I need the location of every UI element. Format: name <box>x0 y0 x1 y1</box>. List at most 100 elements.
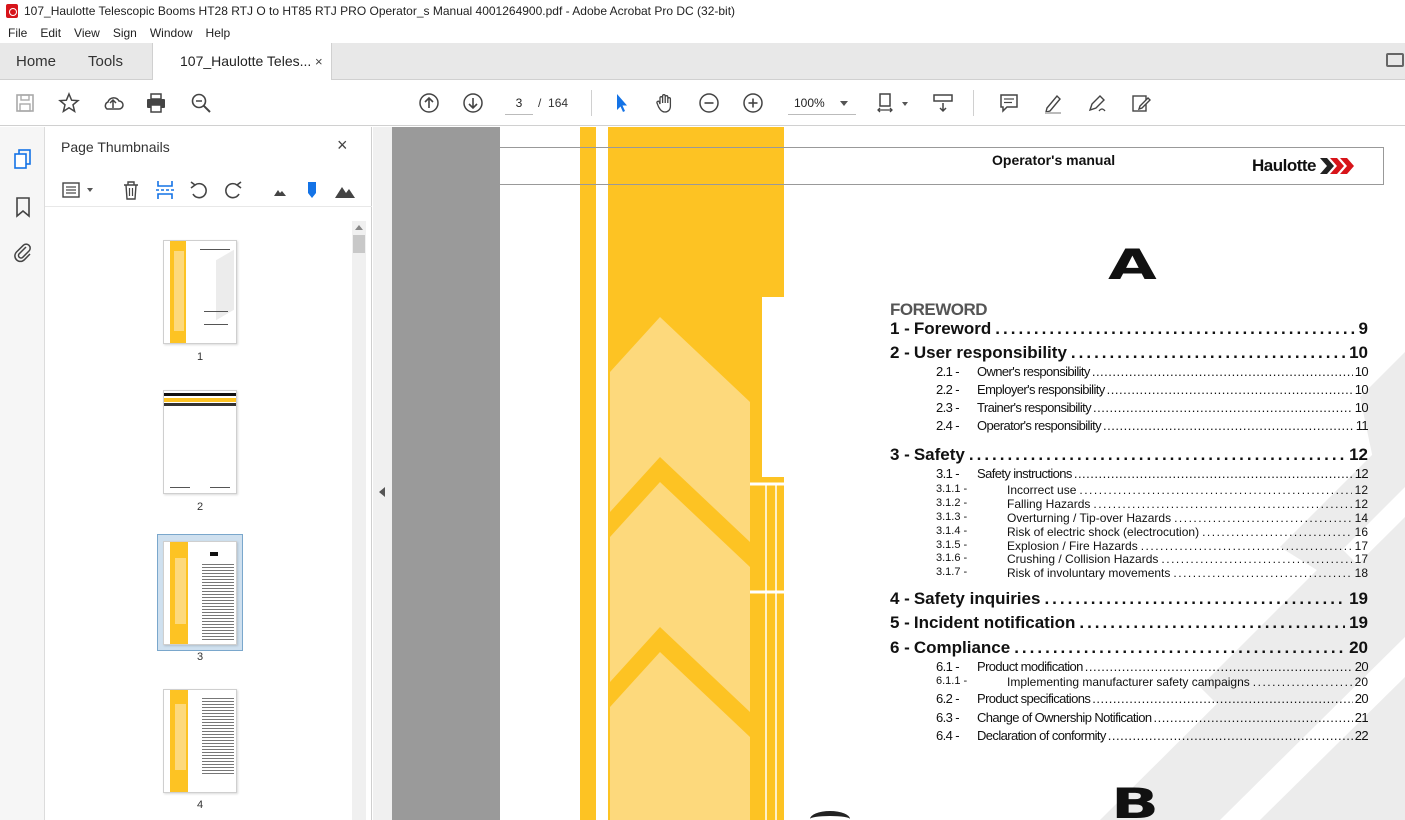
toc-entry-level-3[interactable]: 3.1.4 - Risk of electric shock (electrocu… <box>936 525 1368 539</box>
toc-entry-page: 20 <box>1349 638 1368 657</box>
thumbnail-small-icon[interactable] <box>269 179 291 201</box>
tab-home[interactable]: Home <box>16 43 56 80</box>
toc-entry-number: 3.1 - <box>936 466 960 481</box>
toc-entry-title: Falling Hazards <box>1007 497 1091 511</box>
toc-entry-number: 1 - <box>890 319 910 338</box>
toc-entry-level-3[interactable]: 6.1.1 - Implementing manufacturer safety … <box>936 675 1368 689</box>
toc-entry-page: 12 <box>1349 445 1368 464</box>
toc-dot-leader: ........................................… <box>1079 483 1351 497</box>
previous-page-icon[interactable] <box>416 90 442 116</box>
window-title: 107_Haulotte Telescopic Booms HT28 RTJ O… <box>24 4 736 18</box>
page-thumbnails-icon[interactable] <box>12 147 34 171</box>
thumbnail-label: 1 <box>196 351 204 363</box>
toc-entry-level-1[interactable]: 5 - Incident notification...............… <box>890 613 1368 633</box>
toc-entry-level-2[interactable]: 6.3 - Change of Ownership Notification...… <box>936 710 1369 725</box>
toc-dot-leader: ........................................… <box>1092 691 1352 706</box>
toc-entry-level-2[interactable]: 6.4 - Declaration of conformity..........… <box>936 728 1369 743</box>
thumbnail-scrollbar[interactable] <box>352 221 366 820</box>
zoom-search-icon[interactable] <box>188 90 214 116</box>
thumbnail-page-4[interactable] <box>163 689 237 793</box>
collapse-panel-icon[interactable] <box>379 487 385 497</box>
menu-help[interactable]: Help <box>206 26 231 40</box>
toc-entry-level-3[interactable]: 3.1.3 - Overturning / Tip-over Hazards...… <box>936 511 1368 525</box>
menu-window[interactable]: Window <box>150 26 193 40</box>
bookmark-star-icon[interactable] <box>56 90 82 116</box>
toc-entry-level-3[interactable]: 3.1.1 - Incorrect use....................… <box>936 483 1368 497</box>
toc-dot-leader: ........................................… <box>1079 613 1345 632</box>
toc-entry-level-2[interactable]: 2.3 - Trainer's responsibility...........… <box>936 400 1369 415</box>
highlight-pen-icon[interactable] <box>1040 90 1066 116</box>
toc-entry-page: 12 <box>1354 483 1368 497</box>
menu-file[interactable]: File <box>8 26 27 40</box>
hand-tool-icon[interactable] <box>652 90 678 116</box>
delete-page-icon[interactable] <box>120 179 142 201</box>
toc-entry-title: Explosion / Fire Hazards <box>1007 539 1138 553</box>
attachments-paperclip-icon[interactable] <box>12 240 34 264</box>
fill-sign-icon[interactable] <box>1128 90 1154 116</box>
toc-entry-level-1[interactable]: 2 - User responsibility.................… <box>890 343 1368 363</box>
page-number-input[interactable]: 3 <box>505 91 533 115</box>
scroll-up-icon[interactable] <box>355 225 363 230</box>
toc-entry-level-3[interactable]: 3.1.2 - Falling Hazards..................… <box>936 497 1368 511</box>
rotate-counterclockwise-icon[interactable] <box>188 179 210 201</box>
select-cursor-icon[interactable] <box>608 90 634 116</box>
thumbnail-large-icon[interactable] <box>334 179 356 201</box>
menu-edit[interactable]: Edit <box>40 26 61 40</box>
comment-icon[interactable] <box>996 90 1022 116</box>
haulotte-logo-chevrons-icon <box>1320 158 1354 174</box>
draw-pen-icon[interactable] <box>1084 90 1110 116</box>
page-fit-dropdown-icon[interactable] <box>902 102 908 106</box>
toc-entry-level-2[interactable]: 2.4 - Operator's responsibility..........… <box>936 418 1369 433</box>
toc-entry-level-2[interactable]: 6.1 - Product modification...............… <box>936 659 1369 674</box>
toc-entry-level-1[interactable]: 3 - Safety..............................… <box>890 445 1368 465</box>
menu-sign[interactable]: Sign <box>113 26 137 40</box>
toc-entry-level-2[interactable]: 2.1 - Owner's responsibility.............… <box>936 364 1369 379</box>
toc-entry-level-2[interactable]: 3.1 - Safety instructions................… <box>936 466 1369 481</box>
document-viewer[interactable]: Operator's manual Haulotte A B FOREWORD … <box>392 127 1405 820</box>
share-upload-icon[interactable] <box>100 90 126 116</box>
toc-entry-level-1[interactable]: 4 - Safety inquiries....................… <box>890 589 1368 609</box>
thumbnail-page-3[interactable] <box>163 541 237 645</box>
tab-tools[interactable]: Tools <box>88 43 123 80</box>
main-toolbar: 3 / 164 100% <box>0 80 1405 126</box>
scrollbar-thumb[interactable] <box>353 235 365 253</box>
zoom-level-select[interactable]: 100% <box>788 91 856 115</box>
thumbnail-list: 1 2 3 4 <box>53 221 351 820</box>
panel-close-icon[interactable]: × <box>337 135 348 156</box>
tab-close-icon[interactable]: × <box>315 43 323 80</box>
page-fit-icon[interactable] <box>874 90 900 116</box>
toc-entry-level-2[interactable]: 6.2 - Product specifications.............… <box>936 691 1369 706</box>
panel-splitter[interactable] <box>373 127 392 820</box>
toc-entry-level-3[interactable]: 3.1.6 - Crushing / Collision Hazards.....… <box>936 552 1368 566</box>
toc-entry-level-3[interactable]: 3.1.5 - Explosion / Fire Hazards.........… <box>936 539 1368 553</box>
toc-entry-title: Compliance <box>913 638 1011 657</box>
zoom-in-icon[interactable] <box>740 90 766 116</box>
toc-entry-level-3[interactable]: 3.1.7 - Risk of involuntary movements....… <box>936 566 1368 580</box>
toc-entry-level-1[interactable]: 6 - Compliance..........................… <box>890 638 1368 658</box>
page-number-fragment <box>810 811 850 820</box>
tab-document[interactable]: 107_Haulotte Teles... × <box>152 43 332 80</box>
toc-entry-level-2[interactable]: 2.2 - Employer's responsibility..........… <box>936 382 1369 397</box>
thumbnail-size-slider-icon[interactable] <box>301 179 323 201</box>
thumbnail-options-icon[interactable] <box>61 179 83 201</box>
rotate-clockwise-icon[interactable] <box>222 179 244 201</box>
toc-entry-number: 6 - <box>890 638 910 657</box>
print-icon[interactable] <box>143 90 169 116</box>
toc-dot-leader: ........................................… <box>1153 710 1353 725</box>
toc-entry-level-1[interactable]: 1 - Foreword............................… <box>890 319 1368 339</box>
toc-entry-title: Incident notification <box>913 613 1076 632</box>
thumbnail-page-2[interactable] <box>163 390 237 494</box>
zoom-out-icon[interactable] <box>696 90 722 116</box>
comment-chat-icon[interactable] <box>1386 53 1404 67</box>
thumbnail-page-1[interactable] <box>163 240 237 344</box>
insert-page-icon[interactable] <box>154 179 176 201</box>
toc-entry-page: 10 <box>1354 364 1369 379</box>
next-page-icon[interactable] <box>460 90 486 116</box>
toc-entry-title: Implementing manufacturer safety campaig… <box>1007 675 1250 689</box>
options-dropdown-icon[interactable] <box>87 188 93 192</box>
menu-view[interactable]: View <box>74 26 100 40</box>
toc-dot-leader: ........................................… <box>1091 364 1353 379</box>
scroll-mode-icon[interactable] <box>930 90 956 116</box>
bookmarks-icon[interactable] <box>12 195 34 219</box>
save-icon[interactable] <box>12 90 38 116</box>
